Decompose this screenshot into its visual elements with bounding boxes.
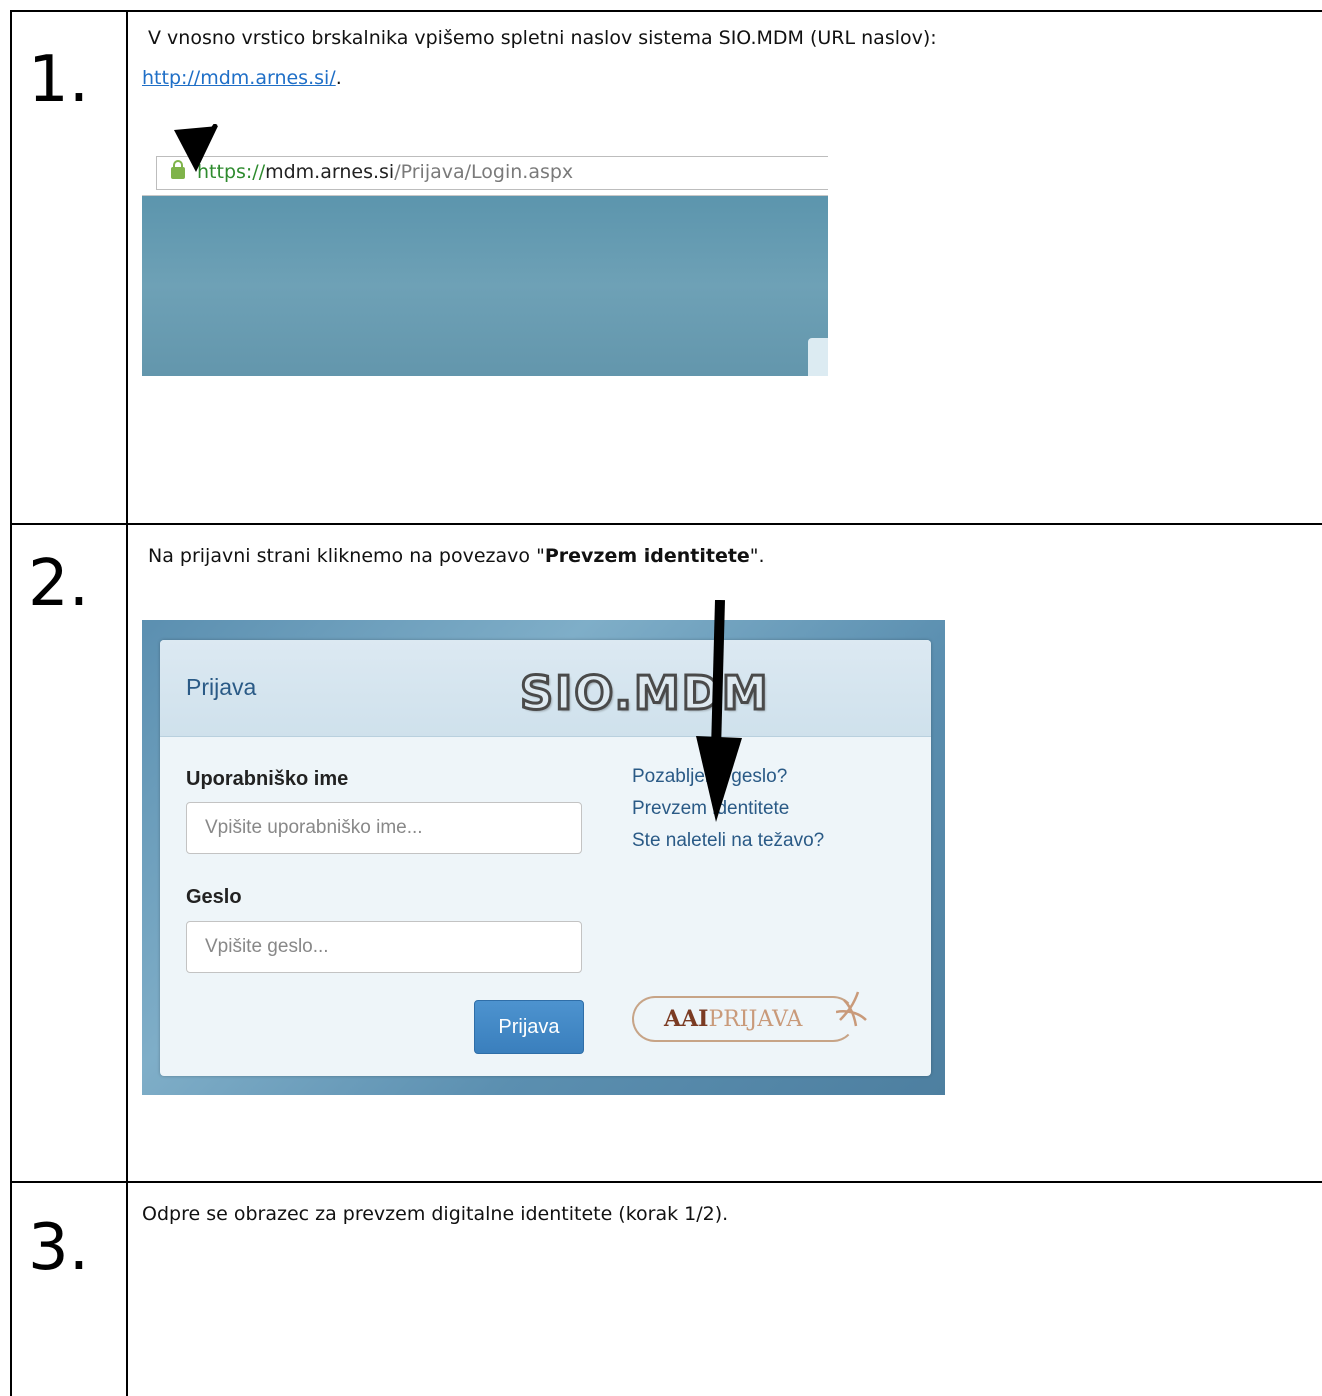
url-text: https://mdm.arnes.si/Prijava/Login.aspx: [197, 159, 573, 185]
row-divider-2: [10, 1181, 1322, 1183]
arrow-down-icon: [174, 124, 218, 172]
step-2-instruction: Na prijavni strani kliknemo na povezavo …: [148, 542, 765, 570]
step-3-instruction: Odpre se obrazec za prevzem digitalne id…: [142, 1203, 729, 1225]
page-panel-corner: [808, 338, 828, 376]
report-problem-link[interactable]: Ste naleteli na težavo?: [632, 828, 824, 854]
aai-strong-text: AAI: [664, 1006, 709, 1032]
step-1-text: V vnosno vrstico brskalnika vpišemo sple…: [148, 27, 937, 49]
aai-light-text: PRIJAVA: [708, 1007, 803, 1032]
step-2-text-bold: Prevzem identitete: [544, 545, 750, 567]
browser-page-background: [142, 196, 828, 376]
aai-logo-text: AAIPRIJAVA: [664, 1006, 802, 1033]
step-2-text-before: Na prijavni strani kliknemo na povezavo …: [148, 545, 545, 567]
step-1-number: 1.: [28, 43, 90, 117]
step-1-period: .: [335, 67, 342, 89]
login-button[interactable]: Prijava: [474, 1000, 584, 1054]
login-screenshot: Prijava SIO.MDM Uporabniško ime Vpišite …: [142, 620, 945, 1095]
url-host: mdm.arnes.si: [265, 161, 395, 183]
username-label: Uporabniško ime: [186, 768, 349, 790]
step-2-number: 2.: [28, 547, 90, 621]
login-title: Prijava: [186, 674, 257, 700]
step-3-number: 3.: [28, 1211, 90, 1285]
step-1-instruction: V vnosno vrstico brskalnika vpišemo sple…: [148, 24, 937, 52]
arrow-down-icon: [696, 600, 742, 822]
browser-screenshot: https://mdm.arnes.si/Prijava/Login.aspx: [142, 148, 828, 376]
column-divider: [126, 10, 128, 1396]
password-input[interactable]: Vpišite geslo...: [186, 921, 582, 973]
username-input[interactable]: Vpišite uporabniško ime...: [186, 802, 582, 854]
mdm-url-link[interactable]: http://mdm.arnes.si/: [142, 67, 336, 89]
login-panel: Prijava SIO.MDM Uporabniško ime Vpišite …: [160, 640, 931, 1076]
address-bar: https://mdm.arnes.si/Prijava/Login.aspx: [142, 148, 828, 196]
step-2-text-after: ".: [749, 545, 765, 567]
step-1-link-line: http://mdm.arnes.si/.: [142, 64, 342, 92]
login-panel-header: Prijava SIO.MDM: [160, 640, 931, 737]
url-path: /Prijava/Login.aspx: [394, 161, 574, 183]
row-divider-1: [10, 523, 1322, 525]
password-label: Geslo: [186, 886, 242, 908]
aai-swirl-icon: [836, 991, 867, 1027]
url-field[interactable]: https://mdm.arnes.si/Prijava/Login.aspx: [156, 156, 828, 190]
aai-login-button[interactable]: AAIPRIJAVA: [632, 991, 867, 1042]
